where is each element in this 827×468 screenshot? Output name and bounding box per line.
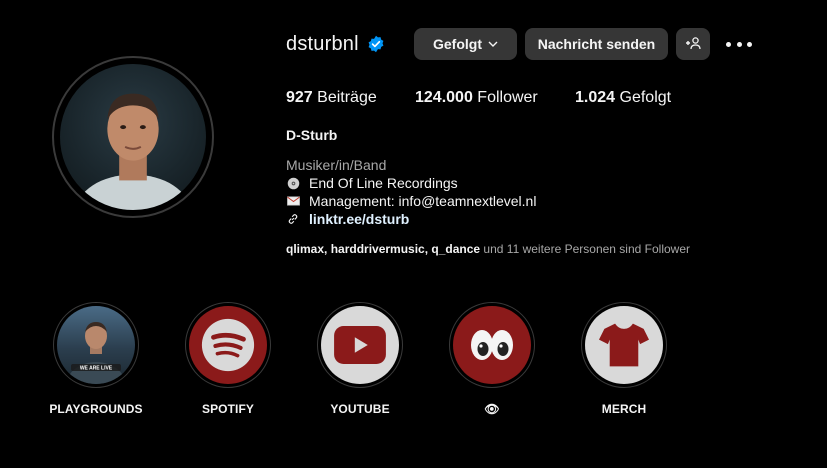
svg-text:WE ARE LIVE: WE ARE LIVE bbox=[80, 366, 113, 372]
envelope-icon bbox=[286, 194, 300, 208]
link-icon bbox=[286, 212, 300, 226]
highlight-eyes[interactable]: 👁 bbox=[448, 302, 536, 416]
chevron-down-icon bbox=[488, 39, 498, 49]
spotify-icon bbox=[189, 306, 267, 384]
highlight-ring bbox=[581, 302, 667, 388]
followed-by-name-1[interactable]: qlimax bbox=[286, 242, 324, 256]
highlight-ring: WE ARE LIVE bbox=[53, 302, 139, 388]
followers-stat[interactable]: 124.000 Follower bbox=[415, 89, 538, 107]
highlight-ring bbox=[449, 302, 535, 388]
followed-by-name-3[interactable]: q_dance bbox=[431, 242, 480, 256]
profile-category: Musiker/in/Band bbox=[286, 157, 387, 173]
following-count: 1.024 bbox=[575, 89, 616, 106]
highlight-youtube[interactable]: YOUTUBE bbox=[316, 302, 404, 416]
tshirt-icon bbox=[585, 306, 663, 384]
add-user-icon bbox=[684, 36, 702, 53]
bio-link-row[interactable]: linktr.ee/dsturb bbox=[286, 211, 409, 227]
followed-by-text[interactable]: qlimax, harddrivermusic, q_dance und 11 … bbox=[286, 242, 690, 256]
bio-line-label: End Of Line Recordings bbox=[286, 175, 458, 191]
following-stat[interactable]: 1.024 Gefolgt bbox=[575, 89, 671, 107]
highlight-ring bbox=[317, 302, 403, 388]
highlight-label: SPOTIFY bbox=[201, 402, 255, 416]
following-button-label: Gefolgt bbox=[433, 36, 482, 52]
bio-link[interactable]: linktr.ee/dsturb bbox=[309, 211, 409, 227]
send-message-button[interactable]: Nachricht senden bbox=[525, 28, 668, 60]
highlight-spotify[interactable]: SPOTIFY bbox=[184, 302, 272, 416]
highlight-playgrounds[interactable]: WE ARE LIVE PLAYGROUNDS bbox=[49, 302, 143, 416]
posts-label: Beiträge bbox=[317, 89, 377, 106]
highlight-merch[interactable]: MERCH bbox=[580, 302, 668, 416]
followed-by-separator: , bbox=[324, 242, 331, 256]
highlight-label: YOUTUBE bbox=[330, 402, 390, 416]
profile-full-name: D-Sturb bbox=[286, 127, 338, 143]
followers-count: 124.000 bbox=[415, 89, 473, 106]
followers-label: Follower bbox=[477, 89, 538, 106]
verified-badge-icon bbox=[367, 35, 385, 53]
following-label: Gefolgt bbox=[619, 89, 672, 106]
profile-avatar[interactable] bbox=[52, 56, 214, 218]
posts-count: 927 bbox=[286, 89, 313, 106]
avatar-portrait bbox=[75, 93, 191, 210]
highlight-label: MERCH bbox=[601, 402, 647, 416]
highlight-label: 👁 bbox=[484, 402, 500, 416]
eyes-icon bbox=[453, 306, 531, 384]
bio-management-text: Management: info@teamnextlevel.nl bbox=[309, 193, 537, 209]
send-message-button-label: Nachricht senden bbox=[537, 36, 656, 52]
playgrounds-cover-image: WE ARE LIVE bbox=[57, 306, 135, 384]
profile-username: dsturbnl bbox=[286, 32, 359, 55]
disc-icon bbox=[286, 176, 300, 190]
avatar-image bbox=[60, 64, 206, 210]
followed-by-name-2[interactable]: harddrivermusic bbox=[331, 242, 425, 256]
posts-stat: 927 Beiträge bbox=[286, 89, 377, 107]
highlight-label: PLAYGROUNDS bbox=[49, 402, 143, 416]
bio-line-management: Management: info@teamnextlevel.nl bbox=[286, 193, 536, 209]
bio-label-text: End Of Line Recordings bbox=[309, 175, 458, 191]
followed-by-suffix: und 11 weitere Personen sind Follower bbox=[480, 242, 690, 256]
youtube-icon bbox=[321, 306, 399, 384]
profile-header-row: dsturbnl bbox=[286, 28, 385, 60]
highlight-ring bbox=[185, 302, 271, 388]
following-button[interactable]: Gefolgt bbox=[414, 28, 517, 60]
more-options-icon[interactable] bbox=[726, 36, 752, 52]
add-user-button[interactable] bbox=[676, 28, 710, 60]
